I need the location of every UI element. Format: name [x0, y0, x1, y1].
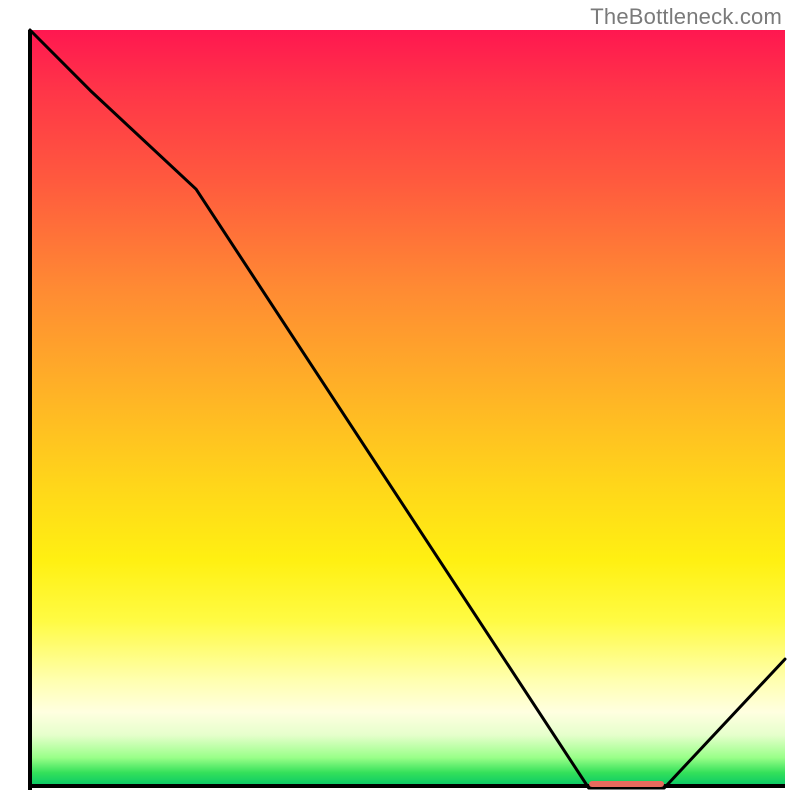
bottleneck-curve	[30, 30, 785, 788]
watermark-text: TheBottleneck.com	[590, 4, 782, 30]
optimal-range-marker	[589, 781, 665, 787]
